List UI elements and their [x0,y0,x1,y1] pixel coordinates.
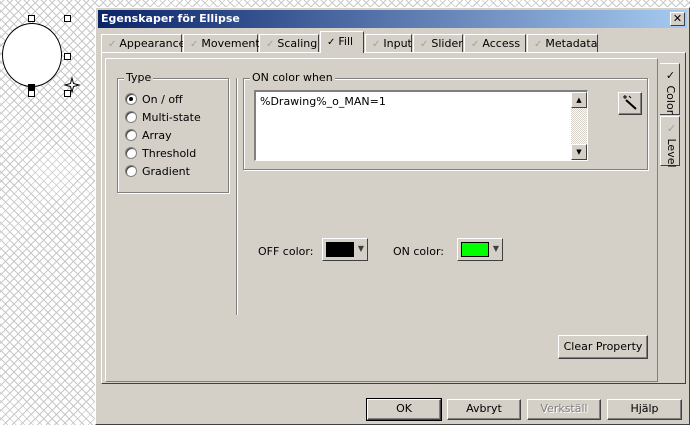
tab-label: Appearance [119,37,186,50]
radio-array[interactable]: Array [125,129,172,143]
off-color-swatch [326,242,354,257]
cancel-label: Avbryt [466,402,502,415]
radio-button[interactable] [125,147,137,159]
side-tab-level[interactable]: ✓ Level [660,116,680,168]
tab-movement[interactable]: ✓ Movement [183,34,260,52]
ok-button[interactable]: OK [366,398,442,421]
off-color-label: OFF color: [258,245,314,258]
on-color-when-groupbox: ON color when %Drawing%_o_MAN=1 ▲ ▼ [243,71,648,170]
help-label: Hjälp [630,402,659,415]
expression-textarea[interactable]: %Drawing%_o_MAN=1 ▲ ▼ [254,90,588,161]
selection-handle[interactable] [64,53,71,60]
radio-multi-state[interactable]: Multi-state [125,111,201,125]
radio-threshold[interactable]: Threshold [125,147,196,161]
radio-label: Multi-state [142,111,201,124]
clear-property-button[interactable]: Clear Property [558,335,648,359]
expression-text: %Drawing%_o_MAN=1 [260,95,386,108]
color-subpanel: Type On / off Multi-state Array Threshol… [105,58,658,382]
selection-handle[interactable] [64,15,71,22]
radio-button[interactable] [125,165,137,177]
tab-label: Slider [431,37,463,50]
radio-label: Gradient [142,165,190,178]
rotate-handle-icon[interactable] [64,77,80,93]
tab-fill[interactable]: ✓ Fill [320,31,364,53]
side-tab-text: Level [665,138,678,168]
check-icon: ✓ [534,39,543,50]
apply-label: Verkställ [540,402,588,415]
check-icon: ✓ [190,39,199,50]
check-icon: ✓ [420,39,429,50]
on-color-swatch [461,242,489,257]
arrow-down-icon: ▼ [576,148,582,156]
title-bar[interactable]: Egenskaper för Ellipse ✕ [98,10,687,28]
on-color-picker[interactable]: ▼ [457,238,503,261]
ok-label: OK [396,402,412,415]
side-tab-label: ✓ Color [664,69,677,114]
check-icon: ✓ [266,39,275,50]
close-icon: ✕ [672,12,683,25]
tab-label: Fill [338,35,354,48]
radio-button[interactable] [125,111,137,123]
tab-input[interactable]: ✓ Input [365,34,412,52]
tab-label: Scaling [277,37,318,50]
radio-button[interactable] [125,129,137,141]
radio-label: Threshold [142,147,197,160]
on-color-when-legend: ON color when [250,71,335,84]
on-color-label: ON color: [393,245,444,258]
off-color-picker[interactable]: ▼ [322,238,368,261]
check-icon: ✓ [108,39,117,50]
radio-button[interactable] [125,93,137,105]
tab-label: Movement [201,37,260,50]
properties-dialog: Egenskaper för Ellipse ✕ ✓ Appearance ✓ Mo… [95,7,690,425]
arrow-up-icon: ▲ [576,96,582,104]
close-button[interactable]: ✕ [670,12,685,26]
radio-gradient[interactable]: Gradient [125,165,190,179]
scroll-down-button[interactable]: ▼ [571,144,587,160]
expression-builder-button[interactable] [618,92,642,115]
tab-label: Access [482,37,521,50]
scroll-up-button[interactable]: ▲ [571,92,587,108]
side-tab-text: Color [664,85,677,115]
check-icon: ✓ [327,37,336,48]
side-tab-color[interactable]: ✓ Color [660,63,680,115]
clear-property-label: Clear Property [563,340,643,353]
vertical-scrollbar[interactable]: ▲ ▼ [571,92,587,160]
chevron-down-icon: ▼ [357,244,364,253]
selection-handle[interactable] [28,15,35,22]
side-tab-label: ✓ Level [665,122,678,168]
tab-label: Metadata [545,37,598,50]
help-button[interactable]: Hjälp [607,399,682,420]
radio-on-off[interactable]: On / off [125,93,183,107]
canvas[interactable] [0,0,95,425]
check-icon: ✓ [471,39,480,50]
type-groupbox: Type On / off Multi-state Array Threshol… [117,71,229,193]
tab-appearance[interactable]: ✓ Appearance [101,34,186,52]
tab-access[interactable]: ✓ Access [464,34,526,52]
radio-label: On / off [142,93,183,106]
fill-tab-panel: Type On / off Multi-state Array Threshol… [101,52,686,384]
check-icon: ✓ [664,69,677,82]
tab-slider[interactable]: ✓ Slider [413,34,463,52]
magic-wand-icon [623,95,637,110]
cancel-button[interactable]: Avbryt [447,399,521,420]
tab-metadata[interactable]: ✓ Metadata [527,34,598,52]
chevron-down-icon: ▼ [492,244,499,253]
ellipse-shape[interactable] [2,23,62,87]
vertical-divider [236,78,238,315]
type-legend: Type [124,71,154,84]
tab-scaling[interactable]: ✓ Scaling [259,34,319,52]
radio-label: Array [142,129,172,142]
tab-label: Input [383,37,412,50]
dialog-title: Egenskaper för Ellipse [101,12,240,25]
check-icon: ✓ [665,122,678,135]
check-icon: ✓ [372,39,381,50]
selection-handle[interactable] [28,90,35,97]
apply-button[interactable]: Verkställ [527,399,601,420]
